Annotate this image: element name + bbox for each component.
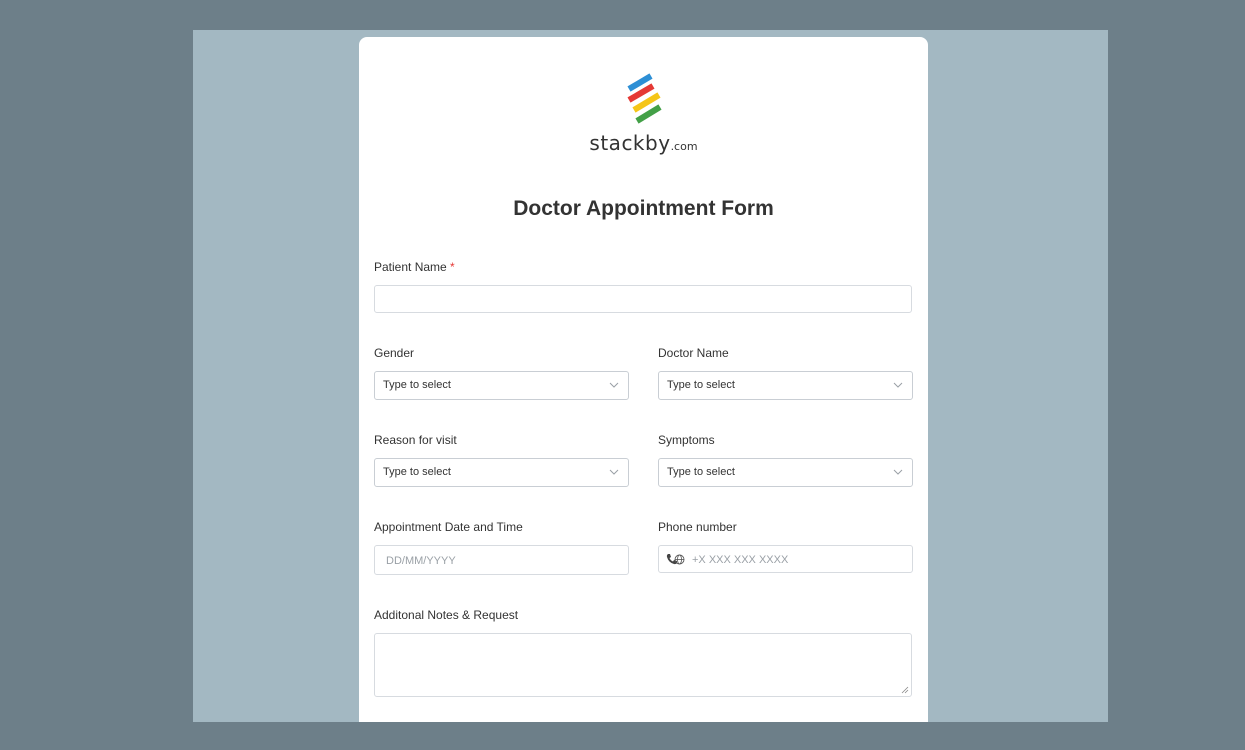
doctor-name-select-placeholder: Type to select [667,379,735,391]
chevron-down-icon [893,469,903,475]
patient-name-label-text: Patient Name [374,260,447,274]
notes-label: Additonal Notes & Request [374,608,519,622]
globe-icon [674,554,685,565]
brand-domain: .com [670,140,698,153]
symptoms-select[interactable]: Type to select [658,458,913,487]
symptoms-label: Symptoms [658,433,715,447]
brand-wordmark: stackby.com [359,131,928,155]
doctor-name-select[interactable]: Type to select [658,371,913,400]
stackby-logo-icon [626,73,662,124]
brand-name: stackby [589,131,671,155]
form-card: stackby.com Doctor Appointment Form Pati… [359,37,928,722]
gender-select-placeholder: Type to select [383,379,451,391]
phone-placeholder: +X XXX XXX XXXX [692,554,789,566]
chevron-down-icon [609,469,619,475]
resize-grip-icon[interactable] [901,686,909,694]
form-title: Doctor Appointment Form [513,197,774,220]
reason-select[interactable]: Type to select [374,458,629,487]
symptoms-select-placeholder: Type to select [667,466,735,478]
chevron-down-icon [609,382,619,388]
reason-select-placeholder: Type to select [383,466,451,478]
appointment-date-placeholder: DD/MM/YYYY [386,555,456,567]
chevron-down-icon [893,382,903,388]
appointment-date-input[interactable]: DD/MM/YYYY [374,545,629,575]
required-mark: * [450,260,455,274]
appointment-label: Appointment Date and Time [374,520,523,534]
patient-name-input[interactable] [374,285,912,313]
patient-name-label: Patient Name * [374,260,455,274]
gender-label: Gender [374,346,415,360]
doctor-name-label: Doctor Name [658,346,729,360]
phone-label: Phone number [658,520,737,534]
brand-logo: stackby.com [359,73,928,155]
phone-input[interactable]: +X XXX XXX XXXX [658,545,913,573]
reason-label: Reason for visit [374,433,457,447]
gender-select[interactable]: Type to select [374,371,629,400]
notes-textarea[interactable] [374,633,912,697]
page-backdrop: stackby.com Doctor Appointment Form Pati… [193,30,1108,722]
